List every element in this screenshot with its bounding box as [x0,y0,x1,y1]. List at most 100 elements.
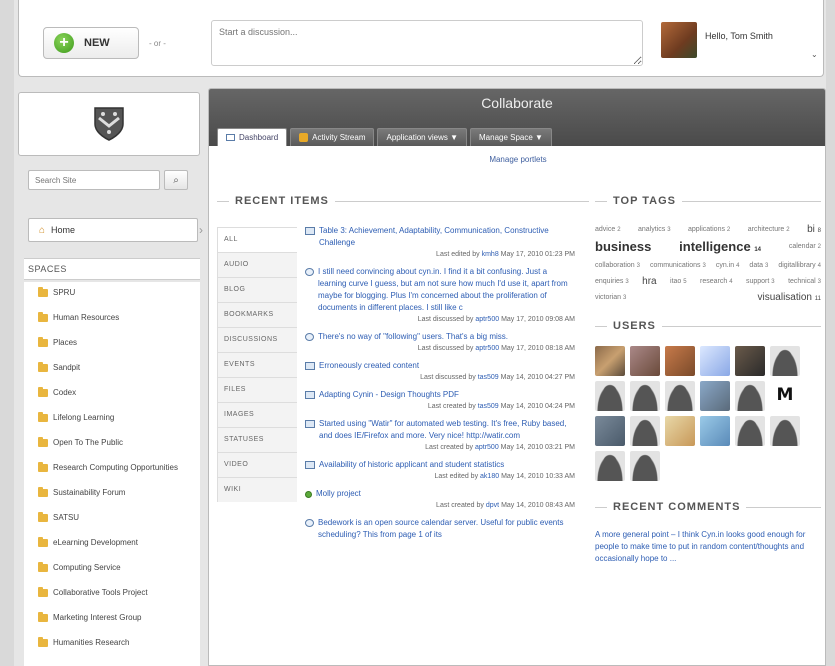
tag-link[interactable]: support 3 [746,275,775,289]
filter-tab[interactable]: ALL [217,227,297,252]
item-title[interactable]: Table 3: Achievement, Adaptability, Comm… [305,225,575,249]
sidebar-space-item[interactable]: Computing Service [24,557,200,582]
item-title[interactable]: I still need convincing about cyn.in. I … [305,266,575,314]
item-title[interactable]: Molly project [305,488,575,500]
filter-tab[interactable]: BLOG [217,277,297,302]
sidebar-space-item[interactable]: SATSU [24,507,200,532]
filter-tab[interactable]: EVENTS [217,352,297,377]
sidebar-space-item[interactable]: Lifelong Learning [24,407,200,432]
user-avatar[interactable] [700,381,730,411]
user-avatar[interactable] [665,381,695,411]
user-avatar[interactable] [665,346,695,376]
tab-dashboard[interactable]: Dashboard [217,128,288,146]
tab-activity-stream[interactable]: Activity Stream [290,128,375,146]
user-avatar[interactable] [665,416,695,446]
meta-author[interactable]: ak180 [480,473,499,480]
user-avatar[interactable] [630,451,660,481]
tag-link[interactable]: digitallibrary 4 [778,259,821,273]
tag-link[interactable]: advice 2 [595,223,621,238]
meta-author[interactable]: tas509 [478,403,499,410]
filter-list: ALL AUDIO BLOG BOOKMARKS DISCUSSIONS EVENTS FI… [217,227,297,502]
item-title[interactable]: Started using "Watir" for automated web … [305,418,575,442]
user-avatar[interactable] [595,381,625,411]
sidebar-space-item[interactable]: Collaborative Tools Project [24,582,200,607]
meta-author[interactable]: aptr500 [475,316,499,323]
user-avatar[interactable] [735,346,765,376]
user-avatar[interactable] [770,346,800,376]
user-avatar[interactable] [595,416,625,446]
filter-tab[interactable]: VIDEO [217,452,297,477]
tag-link[interactable]: intelligence 14 [679,240,761,257]
tag-link[interactable]: calendar 2 [789,240,821,257]
tag-link[interactable]: architecture 2 [748,223,790,238]
new-button[interactable]: + NEW [43,27,139,59]
sidebar-space-item[interactable]: Codex [24,382,200,407]
user-avatar[interactable] [630,346,660,376]
chevron-down-icon[interactable]: ⌄ [811,50,818,59]
tab-manage-space[interactable]: Manage Space ▼ [470,128,552,146]
user-avatar[interactable] [770,381,800,411]
item-title[interactable]: Availability of historic applicant and s… [305,459,575,471]
user-avatar[interactable] [630,381,660,411]
tag-link[interactable]: enquiries 3 [595,275,629,289]
tag-link[interactable]: hra [642,275,656,289]
manage-portlets-link[interactable]: Manage portlets [209,155,825,164]
sidebar-space-item[interactable]: SPRU [24,282,200,307]
user-avatar[interactable] [700,416,730,446]
site-logo[interactable] [18,92,200,156]
sidebar-space-item[interactable]: Sandpit [24,357,200,382]
tag-link[interactable]: data 3 [749,259,768,273]
search-input[interactable] [28,170,160,190]
meta-author[interactable]: kmh8 [482,251,499,258]
filter-tab[interactable]: FILES [217,377,297,402]
tag-link[interactable]: visualisation 11 [758,291,822,306]
sidebar-space-item[interactable]: Human Resources [24,307,200,332]
user-avatar[interactable] [700,346,730,376]
item-title[interactable]: Erroneously created content [305,360,575,372]
meta-author[interactable]: dpvt [486,502,499,509]
item-title[interactable]: There's no way of "following" users. Tha… [305,331,575,343]
filter-tab[interactable]: STATUSES [217,427,297,452]
tag-link[interactable]: analytics 3 [638,223,671,238]
meta-author[interactable]: aptr500 [475,444,499,451]
item-title[interactable]: Adapting Cynin - Design Thoughts PDF [305,389,575,401]
discussion-input[interactable] [211,20,643,66]
filter-tab[interactable]: WIKI [217,477,297,502]
meta-author[interactable]: tas509 [478,374,499,381]
tag-link[interactable]: business [595,240,651,257]
user-avatar[interactable] [735,416,765,446]
sidebar-space-item[interactable]: Sustainability Forum [24,482,200,507]
tag-link[interactable]: cyn.in 4 [716,259,740,273]
user-avatar[interactable] [595,346,625,376]
user-menu[interactable]: Hello, Tom Smith ⌄ [661,22,821,62]
filter-tab[interactable]: DISCUSSIONS [217,327,297,352]
tag-link[interactable]: communications 3 [650,259,706,273]
sidebar-space-item[interactable]: Humanities Research [24,632,200,657]
user-avatar[interactable] [735,381,765,411]
filter-tab[interactable]: AUDIO [217,252,297,277]
tag-link[interactable]: research 4 [700,275,733,289]
user-avatar[interactable] [630,416,660,446]
search-button[interactable]: ⌕ [164,170,188,190]
sidebar-space-item[interactable]: Marketing Interest Group [24,607,200,632]
user-avatar[interactable] [595,451,625,481]
tag-link[interactable]: collaboration 3 [595,259,640,273]
folder-icon [38,287,48,297]
tag-link[interactable]: applications 2 [688,223,730,238]
tag-link[interactable]: technical 3 [788,275,821,289]
tag-link[interactable]: bi 8 [807,223,821,238]
user-avatar[interactable] [770,416,800,446]
item-title[interactable]: Bedework is an open source calendar serv… [305,517,575,541]
recent-comment[interactable]: A more general point – I think Cyn.in lo… [595,529,821,565]
sidebar-space-item[interactable]: eLearning Development [24,532,200,557]
filter-tab[interactable]: BOOKMARKS [217,302,297,327]
sidebar-space-item[interactable]: Places [24,332,200,357]
meta-author[interactable]: aptr500 [475,345,499,352]
filter-tab[interactable]: IMAGES [217,402,297,427]
tab-application-views[interactable]: Application views ▼ [377,128,467,146]
sidebar-space-item[interactable]: Research Computing Opportunities [24,457,200,482]
sidebar-item-home[interactable]: ⌂ Home › [28,218,203,242]
tag-link[interactable]: victorian 3 [595,291,626,306]
tag-link[interactable]: itao 5 [670,275,687,289]
sidebar-space-item[interactable]: Open To The Public [24,432,200,457]
